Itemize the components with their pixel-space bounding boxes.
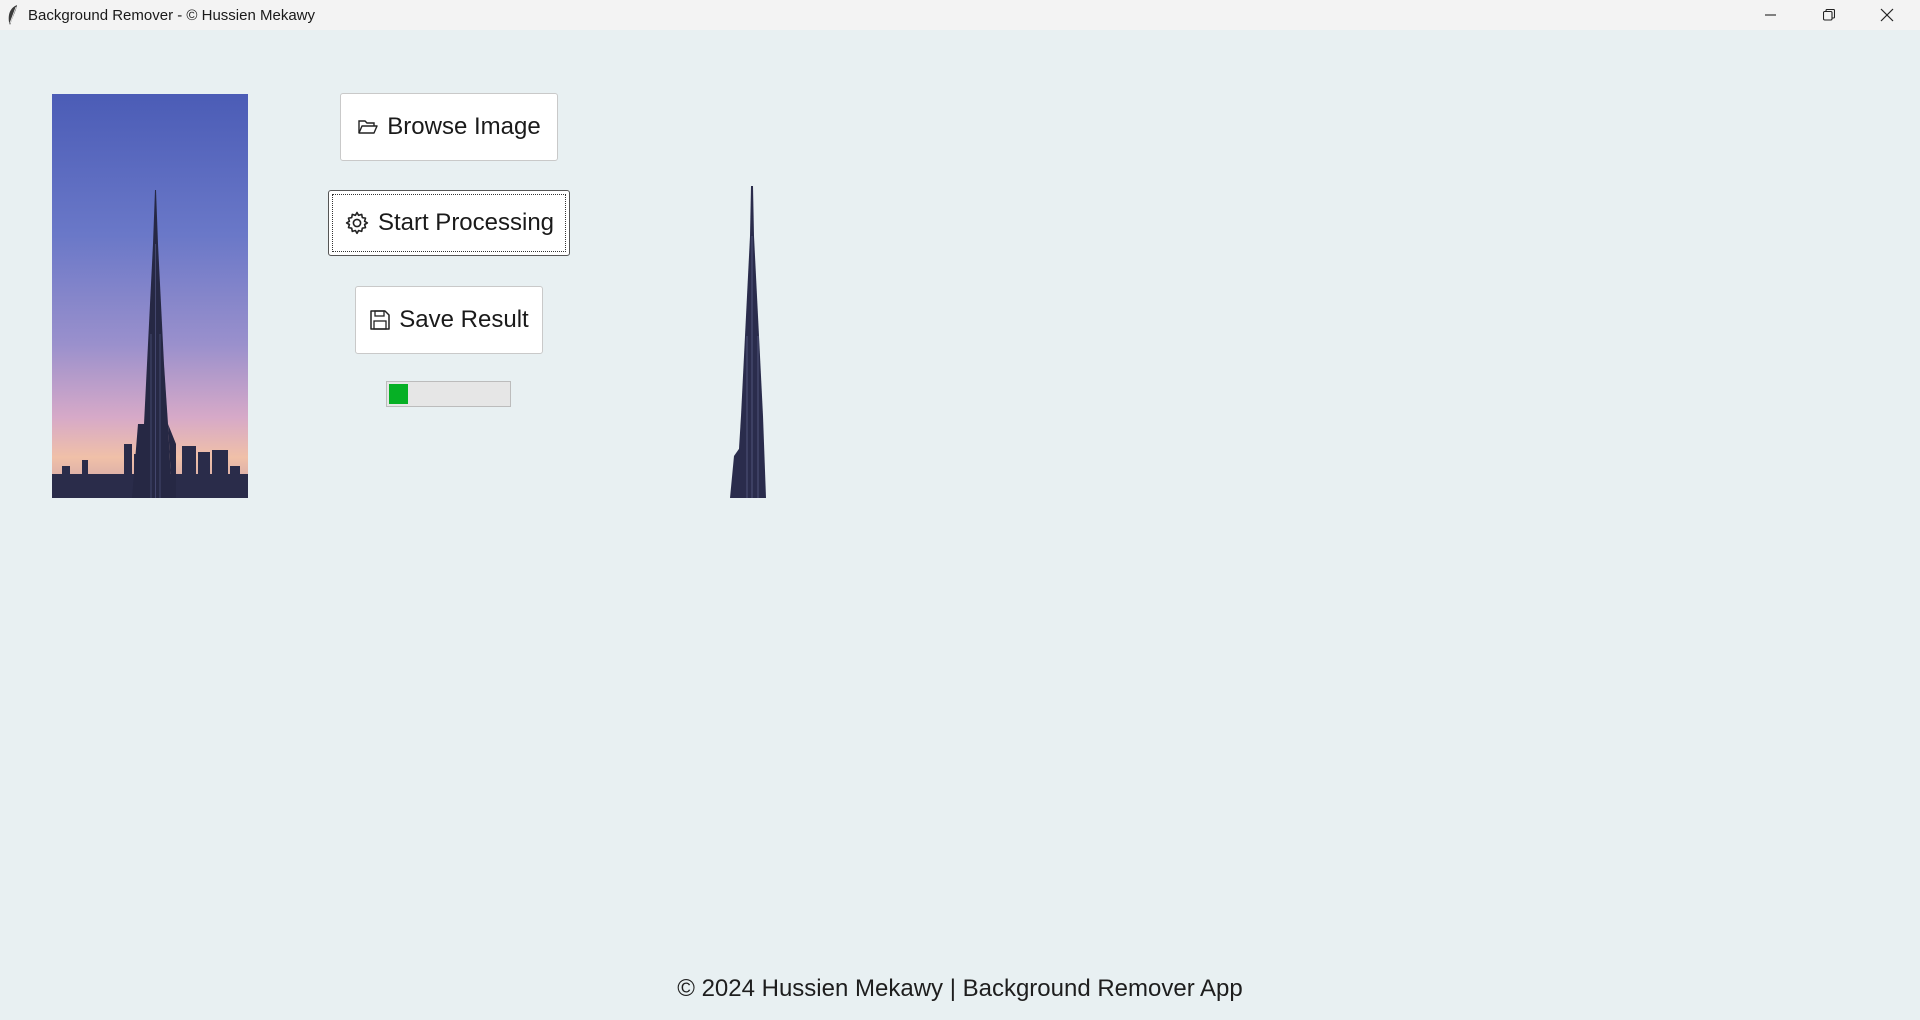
progress-bar	[386, 381, 511, 407]
start-processing-button[interactable]: Start Processing	[328, 190, 570, 256]
window-title: Background Remover - © Hussien Mekawy	[28, 7, 315, 24]
browse-image-button[interactable]: Browse Image	[340, 93, 558, 161]
floppy-disk-icon	[370, 310, 391, 330]
close-button[interactable]	[1858, 0, 1916, 30]
footer-copyright: © 2024 Hussien Mekawy | Background Remov…	[677, 975, 1243, 1002]
browse-image-label: Browse Image	[387, 113, 541, 140]
original-image	[52, 94, 248, 498]
save-result-label: Save Result	[399, 306, 529, 333]
feather-icon	[8, 5, 17, 25]
save-result-button[interactable]: Save Result	[355, 286, 543, 354]
minimize-button[interactable]	[1742, 0, 1800, 30]
minimize-icon	[1765, 14, 1776, 16]
title-bar[interactable]: Background Remover - © Hussien Mekawy	[0, 0, 1920, 30]
gear-icon	[345, 211, 369, 235]
app-window: Background Remover - © Hussien Mekawy Br…	[0, 0, 1920, 1020]
result-image	[720, 186, 776, 498]
restore-button[interactable]	[1800, 0, 1858, 30]
progress-fill	[389, 384, 408, 404]
restore-icon	[1823, 9, 1835, 21]
start-processing-label: Start Processing	[377, 209, 555, 236]
folder-open-icon	[358, 120, 378, 134]
close-icon	[1880, 8, 1894, 22]
